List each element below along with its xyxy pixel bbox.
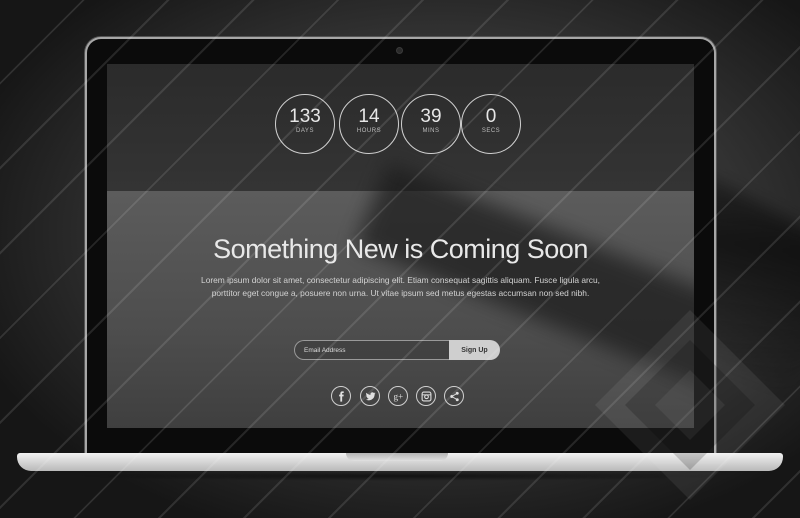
countdown-days: 133 DAYS [275,94,335,154]
countdown-secs: 0 SECS [461,94,521,154]
email-field[interactable] [294,340,449,360]
signup-button[interactable]: Sign Up [449,340,500,360]
logo-watermark-icon [595,310,785,500]
countdown-secs-value: 0 [485,106,497,127]
social-links: g+ [331,386,471,408]
signup-form: Sign Up [294,340,500,360]
twitter-link[interactable] [360,386,380,406]
facebook-icon [338,390,344,402]
instagram-icon [421,391,431,401]
countdown-mins: 39 MINS [401,94,461,154]
countdown-days-unit: DAYS [296,128,314,134]
countdown-mins-unit: MINS [422,128,440,134]
svg-text:g+: g+ [393,391,403,401]
share-icon [449,391,459,401]
intro-text: Lorem ipsum dolor sit amet, consectetur … [201,275,600,298]
share-link[interactable] [444,386,464,406]
facebook-link[interactable] [331,386,351,406]
countdown-hours-unit: HOURS [356,128,382,134]
countdown-days-value: 133 [289,106,321,127]
countdown-hours: 14 HOURS [339,94,399,154]
laptop-notch [346,453,448,461]
countdown: 133 DAYS 14 HOURS 39 MINS 0 SECS [107,94,694,154]
countdown-secs-unit: SECS [481,128,501,134]
page-title: Something New is Coming Soon [213,234,588,264]
google-plus-link[interactable]: g+ [388,386,408,406]
google-plus-icon: g+ [393,391,403,401]
camera-icon [396,47,403,54]
twitter-icon [365,391,376,400]
countdown-hours-value: 14 [358,106,380,127]
instagram-link[interactable] [416,386,436,406]
countdown-mins-value: 39 [420,106,442,127]
